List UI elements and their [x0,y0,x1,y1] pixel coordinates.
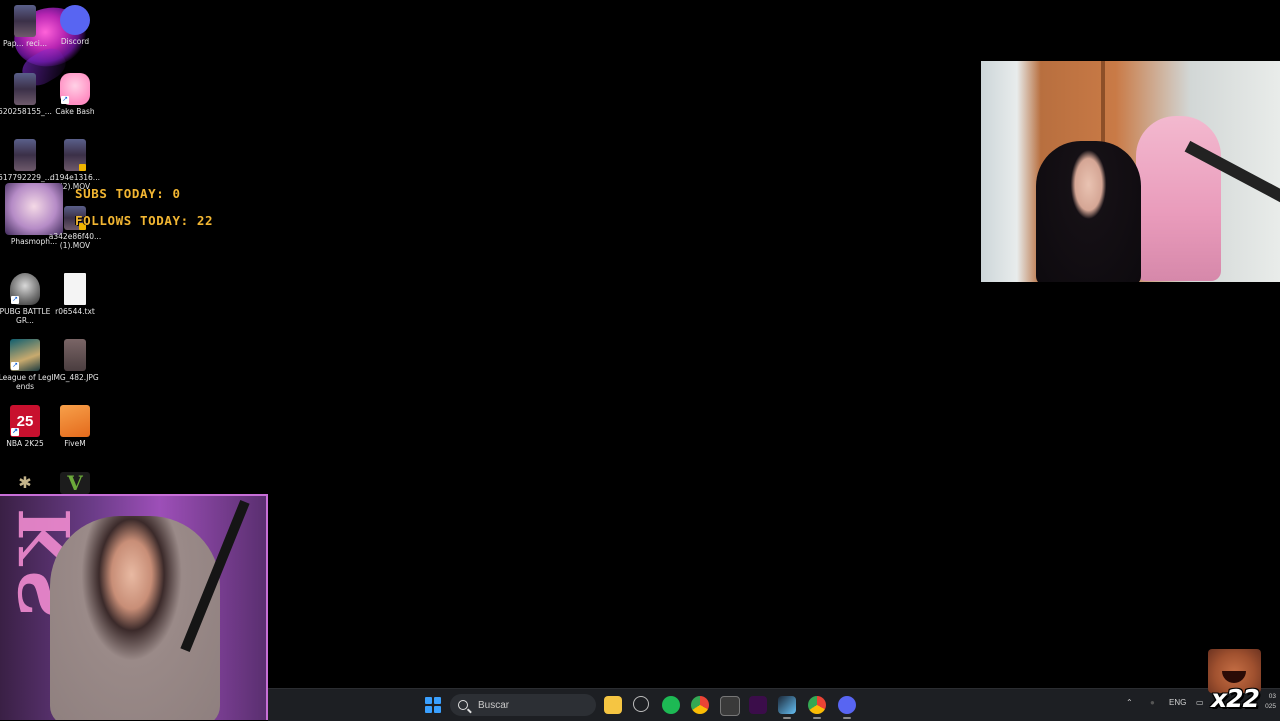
chrome-icon[interactable] [691,696,709,714]
windows-logo-icon [425,706,432,713]
taskbar-clock[interactable]: 03 025 [1265,692,1276,712]
follows-today-counter: FOLLOWS TODAY: 22 [75,213,214,228]
start-button[interactable] [425,697,441,713]
image-file-icon [64,339,86,371]
discord-icon [60,5,90,35]
tray-overflow-chevron-icon[interactable]: ⌃ [1126,698,1133,707]
text-file-icon [64,273,86,305]
clock-date: 025 [1265,703,1276,710]
desktop-icon-img-482[interactable]: IMG_482.JPG [50,339,100,382]
spotify-icon[interactable] [662,696,680,714]
video-file-icon [64,139,86,171]
video-badge-icon [79,164,86,171]
portrait-video-icon [14,5,36,37]
cheat-engine-icon[interactable] [633,696,649,712]
chrome-alt-icon[interactable] [808,696,826,719]
desktop-icon-fivem[interactable]: FiveM [50,405,100,448]
discord-icon[interactable] [838,696,856,719]
notification-icon[interactable]: ▭ [1196,698,1204,707]
taskbar-search[interactable]: Buscar [450,694,596,716]
desktop-icon-gta-v[interactable]: V [50,471,100,496]
shortcut-arrow-icon: ↗ [11,428,19,436]
clock-time: 03 [1268,693,1276,700]
shortcut-arrow-icon: ↗ [11,362,19,370]
shortcut-arrow-icon: ↗ [11,296,19,304]
gta-v-icon: V [60,471,90,495]
subs-today-counter: SUBS TODAY: 0 [75,186,181,201]
desktop-icon-nba-2k25[interactable]: 25 ↗ NBA 2K25 [0,405,50,448]
desktop-icon-pubg[interactable]: ↗ PUBG BATTLEGR... [0,273,50,325]
desktop-icon-517792229[interactable]: 517792229_... [0,139,52,182]
search-icon [458,700,468,710]
language-indicator[interactable]: ENG [1169,698,1186,707]
nba-2k25-icon: 25 ↗ [10,405,40,437]
search-placeholder: Buscar [478,699,510,711]
shortcut-arrow-icon: ↗ [61,96,69,104]
desktop-icon-cake-bash[interactable]: ↗ Cake Bash [50,73,100,116]
taskbar: Buscar ⌃ ● ENG ▭ 03 025 [268,688,1280,721]
emote-counter: x22 [1211,684,1260,713]
league-of-legends-icon: ↗ [10,339,40,371]
streamer-guest [1036,141,1141,282]
windows-logo-icon [425,697,432,704]
cake-bash-icon: ↗ [60,73,90,105]
desktop-icon-app[interactable]: ✱ [0,472,50,496]
webcam-streamer: KS [0,494,268,720]
app-icon: ✱ [10,472,40,494]
terminal-icon[interactable] [720,696,740,716]
webcam-guest [981,61,1280,282]
pubg-icon: ↗ [10,273,40,305]
portrait-video-icon [14,73,36,105]
windows-logo-icon [434,697,441,704]
desktop-icon-discord[interactable]: Discord [50,5,100,46]
gta-v-glyph: V [67,471,83,495]
portrait-video-icon [14,139,36,171]
desktop-icon-r06544-txt[interactable]: r06544.txt [50,273,100,316]
emote-mouth [1222,671,1246,683]
desktop-icon-league-of-legends[interactable]: ↗ League of Legends [0,339,51,391]
desktop-icon-pap-video[interactable]: Pap... reci... [0,5,50,48]
fivem-icon [60,405,90,437]
kick-icon[interactable] [749,696,767,714]
steam-icon[interactable] [778,696,796,719]
microphone-icon[interactable]: ● [1150,698,1155,707]
file-explorer-icon[interactable] [604,696,622,714]
gaming-chair [1136,116,1221,281]
desktop-icon-520258155[interactable]: 520258155_... [0,73,52,116]
nba-2k25-glyph: 25 [16,412,34,430]
windows-logo-icon [434,706,441,713]
